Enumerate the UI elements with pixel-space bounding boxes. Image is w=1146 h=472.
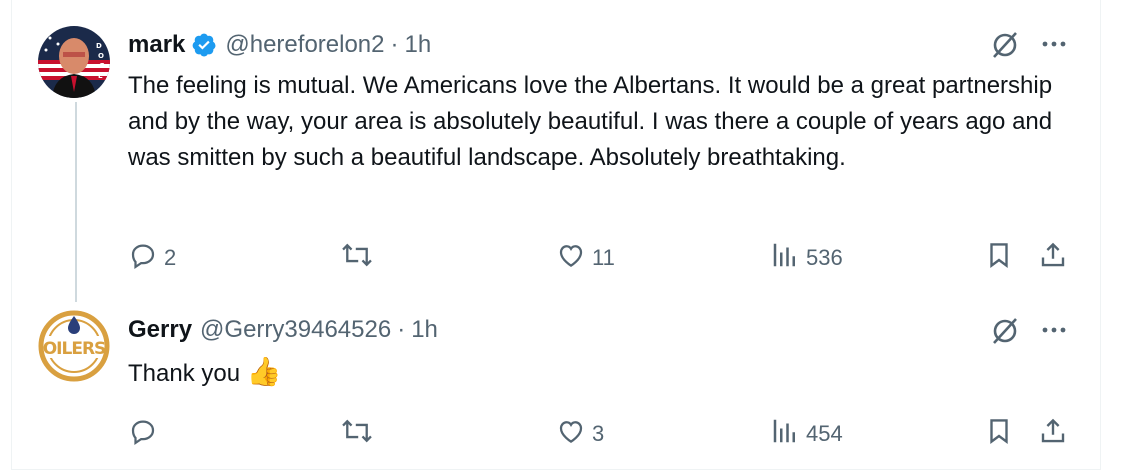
separator-dot: ·	[390, 31, 399, 58]
bookmark-button[interactable]	[984, 416, 1014, 446]
grok-icon[interactable]	[990, 316, 1020, 351]
analytics-icon	[770, 416, 800, 452]
tweet-actions: 3 454	[128, 410, 1078, 450]
like-button[interactable]: 3	[556, 416, 604, 452]
verified-badge-icon[interactable]	[191, 32, 217, 58]
svg-text:OILERS: OILERS	[43, 339, 106, 359]
display-name[interactable]: mark	[128, 31, 185, 59]
repost-button[interactable]	[340, 416, 380, 452]
timestamp[interactable]: 1h	[411, 316, 438, 344]
bookmark-icon	[990, 419, 1008, 444]
tweet-text: The feeling is mutual. We Americans love…	[128, 72, 1053, 171]
like-count: 11	[592, 245, 615, 270]
analytics-icon	[770, 240, 800, 276]
bookmark-icon	[990, 243, 1008, 268]
reply-icon	[128, 240, 158, 276]
svg-text:E: E	[98, 72, 103, 80]
share-icon	[1041, 418, 1065, 443]
tweet-text: Thank you 👍	[128, 354, 1078, 392]
like-count: 3	[592, 421, 605, 446]
views-button[interactable]: 454	[770, 416, 843, 452]
repost-icon	[340, 416, 374, 452]
reply-icon	[128, 416, 158, 452]
grok-icon[interactable]	[990, 30, 1020, 65]
like-button[interactable]: 11	[556, 240, 615, 276]
svg-text:O: O	[98, 52, 104, 60]
reply-button[interactable]: 2	[128, 240, 176, 276]
tweet-header: mark @hereforelon2 · 1h	[128, 30, 431, 60]
repost-icon	[340, 240, 374, 276]
more-options-icon[interactable]	[1040, 36, 1068, 57]
share-button[interactable]	[1038, 416, 1068, 446]
svg-text:G: G	[99, 62, 105, 70]
thumbs-up-emoji: 👍	[246, 356, 282, 387]
bookmark-button[interactable]	[984, 240, 1014, 270]
share-icon	[1041, 242, 1065, 267]
more-options-icon[interactable]	[1040, 322, 1068, 343]
thread-connector-line	[75, 102, 77, 302]
views-button[interactable]: 536	[770, 240, 843, 276]
avatar-gerry[interactable]: OILERS	[38, 310, 110, 382]
view-count: 536	[806, 245, 843, 270]
repost-button[interactable]	[340, 240, 380, 276]
reply-button[interactable]	[128, 416, 164, 452]
reply-count: 2	[164, 245, 177, 270]
heart-icon	[556, 240, 586, 276]
display-name[interactable]: Gerry	[128, 316, 192, 344]
heart-icon	[556, 416, 586, 452]
avatar-mark[interactable]: D O G E	[38, 26, 110, 98]
separator-dot: ·	[397, 316, 406, 343]
user-handle[interactable]: @hereforelon2	[225, 31, 384, 59]
tweet-actions: 2 11 536	[128, 234, 1078, 274]
view-count: 454	[806, 421, 843, 446]
svg-text:D: D	[96, 42, 102, 50]
timestamp[interactable]: 1h	[405, 31, 432, 59]
tweet-text-content: Thank you	[128, 360, 241, 387]
share-button[interactable]	[1038, 240, 1068, 270]
tweet-header: Gerry @Gerry39464526 · 1h	[128, 315, 438, 345]
user-handle[interactable]: @Gerry39464526	[200, 316, 391, 344]
